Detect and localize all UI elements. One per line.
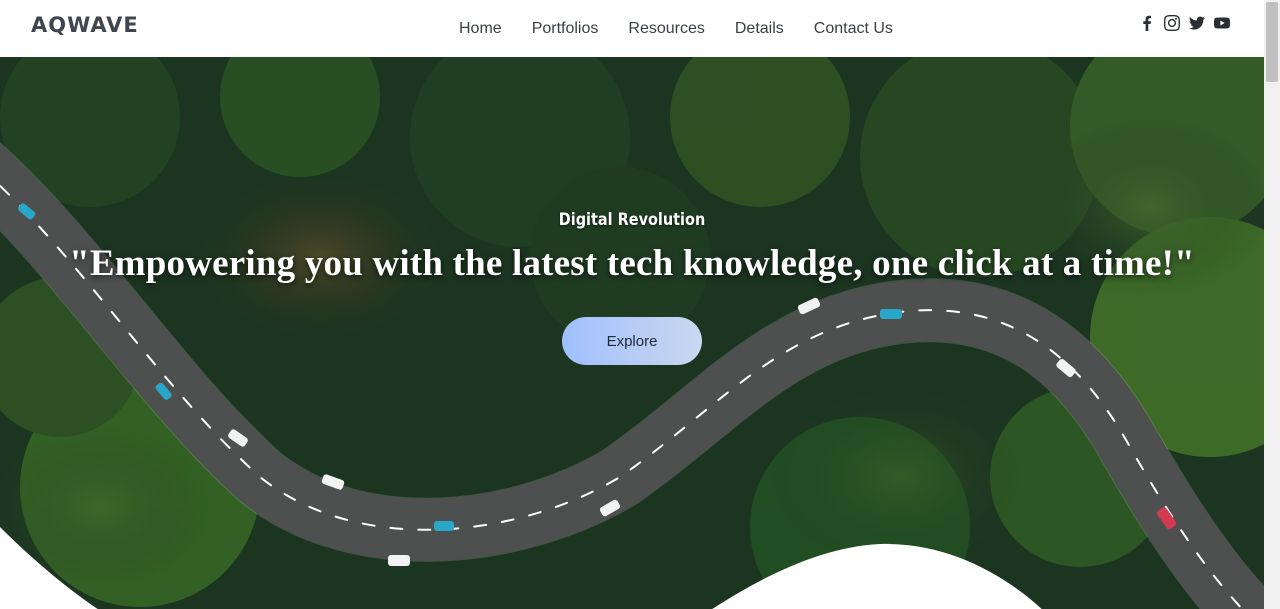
brand-logo[interactable]: AQWAVE [31, 13, 139, 37]
explore-button[interactable]: Explore [562, 317, 702, 365]
twitter-icon[interactable] [1189, 15, 1205, 31]
hero-section: Digital Revolution "Empowering you with … [0, 57, 1264, 609]
nav-link-resources[interactable]: Resources [628, 20, 704, 38]
hero-eyebrow: Digital Revolution [558, 210, 706, 230]
page-scrollbar[interactable] [1264, 0, 1280, 609]
main-nav: Home Portfolios Resources Details Contac… [459, 20, 893, 38]
nav-link-home[interactable]: Home [459, 20, 502, 38]
youtube-icon[interactable] [1214, 15, 1230, 31]
facebook-icon[interactable] [1139, 15, 1155, 31]
nav-link-portfolios[interactable]: Portfolios [532, 20, 599, 38]
nav-link-contact-us[interactable]: Contact Us [814, 20, 893, 38]
scrollbar-thumb[interactable] [1266, 2, 1278, 82]
hero-headline: "Empowering you with the latest tech kno… [69, 243, 1195, 284]
nav-link-details[interactable]: Details [735, 20, 784, 38]
social-links [1139, 15, 1230, 31]
instagram-icon[interactable] [1164, 15, 1180, 31]
site-header: AQWAVE Home Portfolios Resources Details… [0, 0, 1264, 57]
